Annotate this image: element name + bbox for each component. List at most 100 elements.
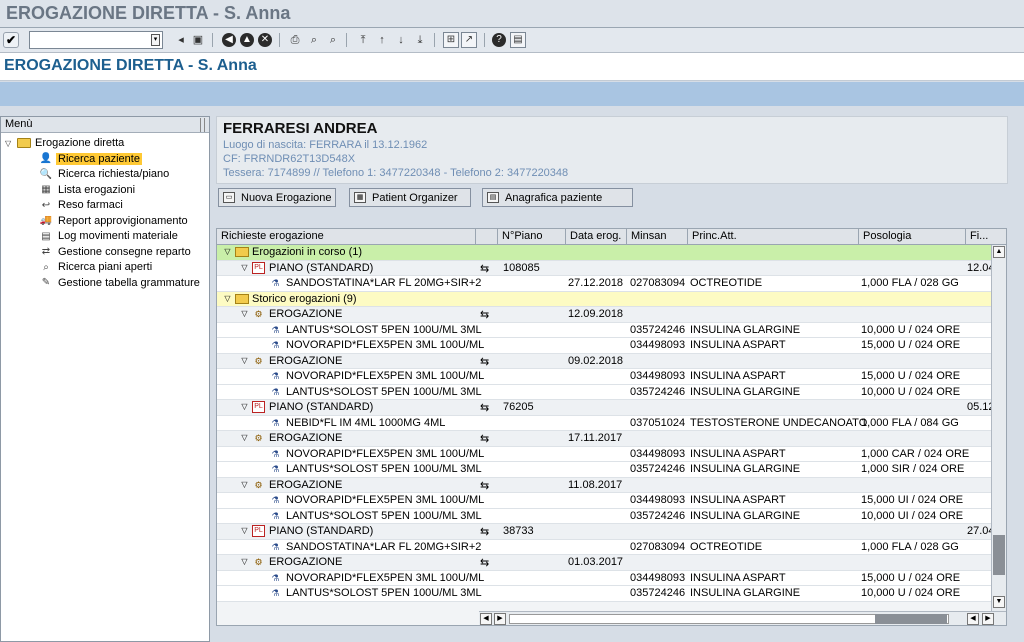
sidebar-item[interactable]: ▦ Lista erogazioni bbox=[39, 182, 137, 197]
row-label: SANDOSTATINA*LAR FL 20MG+SIR+2 bbox=[286, 540, 482, 553]
link-icon[interactable]: ⇆ bbox=[480, 556, 489, 569]
anagrafica-paziente-button[interactable]: ▤ Anagrafica paziente bbox=[482, 188, 633, 207]
command-history-icon[interactable]: ▾ bbox=[151, 34, 160, 46]
collapse-triangle-icon[interactable]: ▽ bbox=[238, 308, 251, 320]
scroll-down-icon[interactable]: ▼ bbox=[993, 596, 1005, 608]
request-row[interactable]: ▽ PL PIANO (STANDARD) ⇆ 76205 05.12 bbox=[217, 400, 995, 416]
enter-icon[interactable]: ✔ bbox=[3, 32, 19, 48]
sidebar-item[interactable]: ↩ Reso farmaci bbox=[39, 198, 125, 213]
collapse-triangle-icon[interactable]: ▽ bbox=[221, 246, 234, 258]
col-minsan[interactable]: Minsan bbox=[627, 229, 688, 245]
sidebar-item[interactable]: ✎ Gestione tabella grammature bbox=[39, 275, 202, 290]
col-data[interactable]: Data erog. bbox=[566, 229, 627, 245]
scroll-up-icon[interactable]: ▲ bbox=[993, 246, 1005, 258]
resize-grip-icon[interactable] bbox=[200, 118, 205, 132]
drug-row[interactable]: ⚗ SANDOSTATINA*LAR FL 20MG+SIR+2 027083094… bbox=[217, 539, 992, 555]
link-icon[interactable]: ⇆ bbox=[480, 432, 489, 445]
scroll-left-icon[interactable]: ◀ bbox=[480, 613, 492, 625]
drug-row[interactable]: ⚗ LANTUS*SOLOST 5PEN 100U/ML 3ML 035724246… bbox=[217, 384, 992, 400]
drug-row[interactable]: ⚗ LANTUS*SOLOST 5PEN 100U/ML 3ML 035724246… bbox=[217, 508, 992, 524]
cell-poso: 1,000 FLA / 028 GG bbox=[861, 540, 959, 553]
sidebar-item[interactable]: 🔍 Ricerca richiesta/piano bbox=[39, 167, 171, 182]
find-next-icon[interactable]: ⌕ bbox=[325, 32, 341, 48]
patient-organizer-button[interactable]: ▦ Patient Organizer bbox=[349, 188, 471, 207]
row-label: EROGAZIONE bbox=[269, 354, 343, 367]
new-session-icon[interactable]: ⊞ bbox=[443, 32, 459, 48]
vertical-scrollbar[interactable]: ▲ ▼ bbox=[991, 245, 1006, 611]
sidebar-item[interactable]: ▤ Log movimenti materiale bbox=[39, 229, 180, 244]
collapse-triangle-icon[interactable]: ▽ bbox=[238, 479, 251, 491]
cell-data: 09.02.2018 bbox=[568, 354, 624, 367]
col-princatt[interactable]: Princ.Att. bbox=[688, 229, 859, 245]
col-fine[interactable]: Fi... bbox=[966, 229, 1006, 245]
horizontal-scrollbar[interactable]: ◀ ▶ ◀ ▶ bbox=[479, 611, 1006, 625]
vertical-scroll-thumb[interactable] bbox=[993, 535, 1005, 575]
drug-row[interactable]: ⚗ NOVORAPID*FLEX5PEN 3ML 100U/ML 034498093… bbox=[217, 338, 992, 354]
toolbar-separator bbox=[346, 33, 347, 47]
col-link[interactable] bbox=[476, 229, 498, 245]
scroll-left-end-icon[interactable]: ◀ bbox=[967, 613, 979, 625]
back-icon[interactable]: ◀ bbox=[222, 33, 236, 47]
exit-icon[interactable]: ▲ bbox=[240, 33, 254, 47]
col-npiano[interactable]: N°Piano bbox=[498, 229, 566, 245]
sidebar-item[interactable]: 🚚 Report approvigionamento bbox=[39, 213, 190, 228]
collapse-triangle-icon[interactable]: ▽ bbox=[238, 262, 251, 274]
group-row[interactable]: ▽ Storico erogazioni (9) bbox=[217, 291, 992, 307]
scroll-right-icon[interactable]: ▶ bbox=[982, 613, 994, 625]
sidebar-item[interactable]: ⇄ Gestione consegne reparto bbox=[39, 244, 193, 259]
drug-row[interactable]: ⚗ LANTUS*SOLOST 5PEN 100U/ML 3ML 035724246… bbox=[217, 322, 992, 338]
link-icon[interactable]: ⇆ bbox=[480, 308, 489, 321]
save-icon[interactable]: ▣ bbox=[190, 32, 206, 48]
shortcut-icon[interactable]: ↗ bbox=[461, 32, 477, 48]
cancel-icon[interactable]: ✕ bbox=[258, 33, 272, 47]
sidebar-item[interactable]: 👤 Ricerca paziente bbox=[39, 151, 142, 166]
drug-row[interactable]: ⚗ LANTUS*SOLOST 5PEN 100U/ML 3ML 035724246… bbox=[217, 462, 992, 478]
next-page-icon[interactable]: ↓ bbox=[393, 32, 409, 48]
print-icon[interactable]: ⎙ bbox=[287, 32, 303, 48]
command-field[interactable]: ▾ bbox=[29, 31, 163, 49]
link-icon[interactable]: ⇆ bbox=[480, 525, 489, 538]
request-row[interactable]: ▽ ⚙ EROGAZIONE ⇆ 01.03.2017 bbox=[217, 555, 992, 571]
request-row[interactable]: ▽ ⚙ EROGAZIONE ⇆ 17.11.2017 bbox=[217, 431, 992, 447]
drug-row[interactable]: ⚗ SANDOSTATINA*LAR FL 20MG+SIR+2 27.12.201… bbox=[217, 276, 992, 292]
link-icon[interactable]: ⇆ bbox=[480, 262, 489, 275]
request-row[interactable]: ▽ ⚙ EROGAZIONE ⇆ 12.09.2018 bbox=[217, 307, 992, 323]
cell-princ: INSULINA ASPART bbox=[690, 494, 786, 506]
expand-triangle-icon[interactable]: ▽ bbox=[5, 139, 17, 148]
collapse-triangle-icon[interactable]: ▽ bbox=[238, 401, 251, 413]
drug-row[interactable]: ⚗ NOVORAPID*FLEX5PEN 3ML 100U/ML 034498093… bbox=[217, 493, 992, 509]
col-posologia[interactable]: Posologia bbox=[859, 229, 966, 245]
collapse-triangle-icon[interactable]: ▽ bbox=[221, 293, 234, 305]
cell-poso: 10,000 U / 024 ORE bbox=[861, 323, 961, 336]
find-icon[interactable]: ⌕ bbox=[306, 32, 322, 48]
collapse-triangle-icon[interactable]: ▽ bbox=[238, 432, 251, 444]
drug-row[interactable]: ⚗ NOVORAPID*FLEX5PEN 3ML 100U/ML 034498093… bbox=[217, 570, 992, 586]
first-page-icon[interactable]: ⤒ bbox=[355, 32, 371, 48]
last-page-icon[interactable]: ⤓ bbox=[412, 32, 428, 48]
collapse-icon[interactable]: ◂ bbox=[173, 32, 189, 48]
drug-row[interactable]: ⚗ NOVORAPID*FLEX5PEN 3ML 100U/ML 034498093… bbox=[217, 369, 992, 385]
sidebar-item[interactable]: ⌕ Ricerca piani aperti bbox=[39, 260, 154, 275]
tree-root-erogazione[interactable]: ▽ Erogazione diretta bbox=[5, 136, 124, 150]
request-row[interactable]: ▽ ⚙ EROGAZIONE ⇆ 09.02.2018 bbox=[217, 353, 992, 369]
request-row[interactable]: ▽ PL PIANO (STANDARD) ⇆ 108085 12.04 bbox=[217, 260, 995, 276]
collapse-triangle-icon[interactable]: ▽ bbox=[238, 355, 251, 367]
drug-row[interactable]: ⚗ NOVORAPID*FLEX5PEN 3ML 100U/ML 034498093… bbox=[217, 446, 992, 462]
group-row[interactable]: ▽ Erogazioni in corso (1) bbox=[217, 245, 992, 261]
col-richieste[interactable]: Richieste erogazione bbox=[217, 229, 476, 245]
request-row[interactable]: ▽ ⚙ EROGAZIONE ⇆ 11.08.2017 bbox=[217, 477, 992, 493]
link-icon[interactable]: ⇆ bbox=[480, 401, 489, 414]
collapse-triangle-icon[interactable]: ▽ bbox=[238, 556, 251, 568]
drug-row[interactable]: ⚗ LANTUS*SOLOST 5PEN 100U/ML 3ML 035724246… bbox=[217, 586, 992, 602]
link-icon[interactable]: ⇆ bbox=[480, 355, 489, 368]
link-icon[interactable]: ⇆ bbox=[480, 479, 489, 492]
help-icon[interactable]: ? bbox=[492, 33, 506, 47]
scroll-right-small-icon[interactable]: ▶ bbox=[494, 613, 506, 625]
collapse-triangle-icon[interactable]: ▽ bbox=[238, 525, 251, 537]
drug-row[interactable]: ⚗ NEBID*FL IM 4ML 1000MG 4ML 037051024 TEST… bbox=[217, 415, 992, 431]
layout-menu-icon[interactable]: ▤ bbox=[510, 32, 526, 48]
request-row[interactable]: ▽ PL PIANO (STANDARD) ⇆ 38733 27.04 bbox=[217, 524, 995, 540]
nuova-erogazione-button[interactable]: ▭ Nuova Erogazione bbox=[218, 188, 336, 207]
prev-page-icon[interactable]: ↑ bbox=[374, 32, 390, 48]
horizontal-scroll-thumb[interactable] bbox=[875, 614, 947, 624]
